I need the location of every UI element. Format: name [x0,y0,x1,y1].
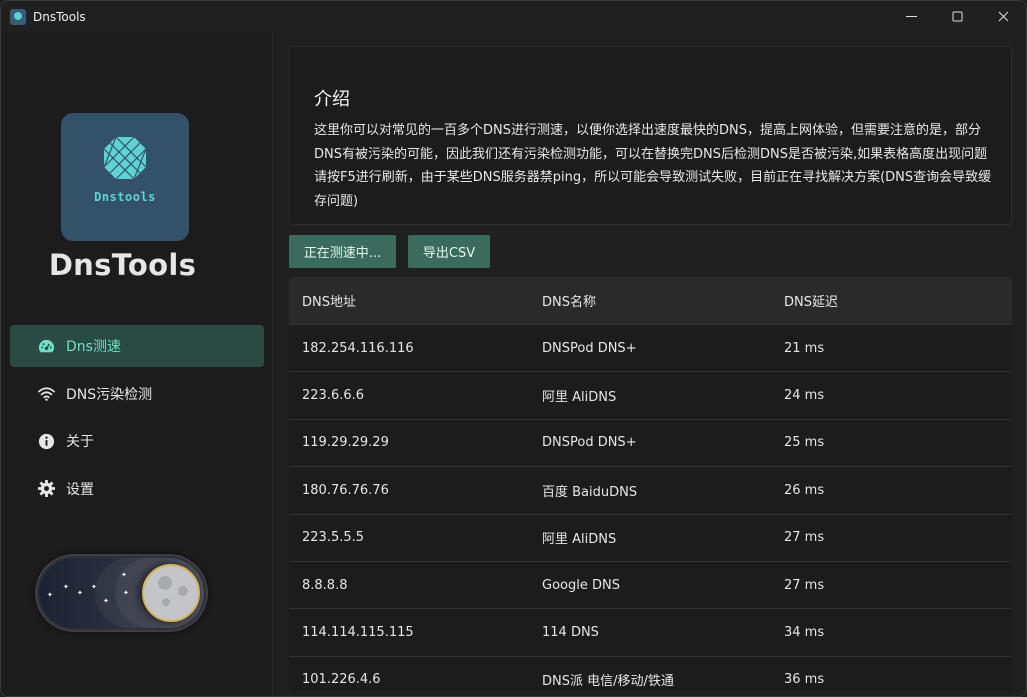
table-row[interactable]: 119.29.29.29 DNSPod DNS+ 25 ms [289,418,1012,466]
window-controls [888,1,1026,32]
window-title: DnsTools [33,9,86,24]
dns-latency-cell: 26 ms [784,482,825,498]
table-row[interactable]: 223.6.6.6 阿里 AliDNS 24 ms [289,371,1012,418]
dns-latency-cell: 34 ms [784,625,825,641]
sidebar-item-label: Dns测速 [66,339,121,355]
table-row[interactable]: 114.114.115.115 114 DNS 34 ms [289,608,1012,655]
star-icon: ✦ [77,589,83,597]
close-button[interactable] [980,1,1026,32]
dns-latency-cell: 21 ms [784,340,825,356]
sidebar-item-label: 关于 [66,434,94,450]
sidebar-item-dns-pollution[interactable]: DNS污染检测 [10,373,264,415]
speedometer-icon [36,336,56,356]
maximize-icon [952,11,962,22]
app-logo: Dnstools [61,113,189,241]
close-icon [998,11,1008,22]
gear-icon [36,479,56,499]
sidebar-item-about[interactable]: 关于 [10,420,264,462]
dns-latency-cell: 27 ms [784,530,825,546]
column-header[interactable]: DNS延迟 [770,291,1012,310]
dns-name-cell: 114 DNS [542,625,599,641]
sidebar-item-label: 设置 [66,481,94,498]
dns-address-cell: 119.29.29.29 [302,435,389,451]
logo-text: Dnstools [94,190,156,204]
table-row[interactable]: 101.226.4.6 DNS派 电信/移动/铁通 36 ms [289,655,1012,691]
table-header: DNS地址 DNS名称 DNS延迟 [289,277,1012,324]
sidebar-item-dns-speed[interactable]: Dns测速 [10,325,264,367]
star-icon: ✦ [103,597,109,605]
star-icon: ✦ [63,583,69,591]
table-row[interactable]: 182.254.116.116 DNSPod DNS+ 21 ms [289,324,1012,371]
star-icon: ✦ [123,589,129,597]
dns-table: DNS地址 DNS名称 DNS延迟 182.254.116.116 DNSPod… [289,277,1012,691]
dns-address-cell: 101.226.4.6 [302,672,381,688]
dns-name-cell: DNSPod DNS+ [542,435,637,451]
theme-toggle[interactable]: ✦ ✦ ✦ ✦ ✦ ✦ ✦ [35,554,208,632]
wifi-icon [36,384,56,404]
moon-icon [142,564,200,622]
dns-name-cell: Google DNS [542,577,620,593]
dns-address-cell: 223.5.5.5 [302,530,365,546]
dns-latency-cell: 36 ms [784,672,825,688]
export-csv-button[interactable]: 导出CSV [408,235,490,268]
star-icon: ✦ [47,591,53,599]
dns-latency-cell: 24 ms [784,388,825,404]
table-row[interactable]: 223.5.5.5 阿里 AliDNS 27 ms [289,513,1012,561]
dns-name-cell: 阿里 AliDNS [542,390,617,406]
start-test-button[interactable]: 正在测速中... [289,235,396,268]
dns-address-cell: 8.8.8.8 [302,577,348,593]
dns-address-cell: 180.76.76.76 [302,482,389,498]
intro-card: 介绍 这里你可以对常见的一百多个DNS进行测速，以便你选择出速度最快的DNS，提… [289,46,1012,225]
intro-title: 介绍 [314,89,350,110]
main-content: 介绍 这里你可以对常见的一百多个DNS进行测速，以便你选择出速度最快的DNS，提… [274,32,1026,696]
app-name: DnsTools [48,248,197,282]
dns-address-cell: 114.114.115.115 [302,625,414,641]
info-icon [36,431,56,451]
dns-name-cell: 阿里 AliDNS [542,532,617,548]
dns-name-cell: 百度 BaiduDNS [542,484,638,500]
minimize-icon [905,16,917,17]
column-header[interactable]: DNS地址 [289,291,529,310]
dns-address-cell: 182.254.116.116 [302,340,414,356]
sidebar-nav: Dns测速 DNS污染检测 关于 设置 [10,325,264,515]
app-window: DnsTools Dnstools DnsTools Dns测速 DNS污染检测… [0,0,1027,697]
star-icon: ✦ [91,583,97,591]
minimize-button[interactable] [888,1,934,32]
dns-name-cell: DNS派 电信/移动/铁通 [542,674,674,690]
dns-address-cell: 223.6.6.6 [302,388,365,404]
table-row[interactable]: 8.8.8.8 Google DNS 27 ms [289,560,1012,608]
dns-name-cell: DNSPod DNS+ [542,340,637,356]
column-header[interactable]: DNS名称 [529,291,770,310]
star-icon: ✦ [121,571,127,579]
dns-latency-cell: 25 ms [784,435,825,451]
sidebar-item-label: DNS污染检测 [66,386,153,403]
sidebar: Dnstools DnsTools Dns测速 DNS污染检测 关于 设置 ✦ … [1,32,273,696]
app-icon [10,8,26,25]
dns-latency-cell: 27 ms [784,577,825,593]
title-bar[interactable]: DnsTools [1,1,1026,32]
intro-body: 这里你可以对常见的一百多个DNS进行测速，以便你选择出速度最快的DNS，提高上网… [314,123,992,209]
sidebar-item-settings[interactable]: 设置 [10,468,264,510]
table-row[interactable]: 180.76.76.76 百度 BaiduDNS 26 ms [289,466,1012,513]
maximize-button[interactable] [934,1,980,32]
logo-gem-icon [103,136,147,180]
